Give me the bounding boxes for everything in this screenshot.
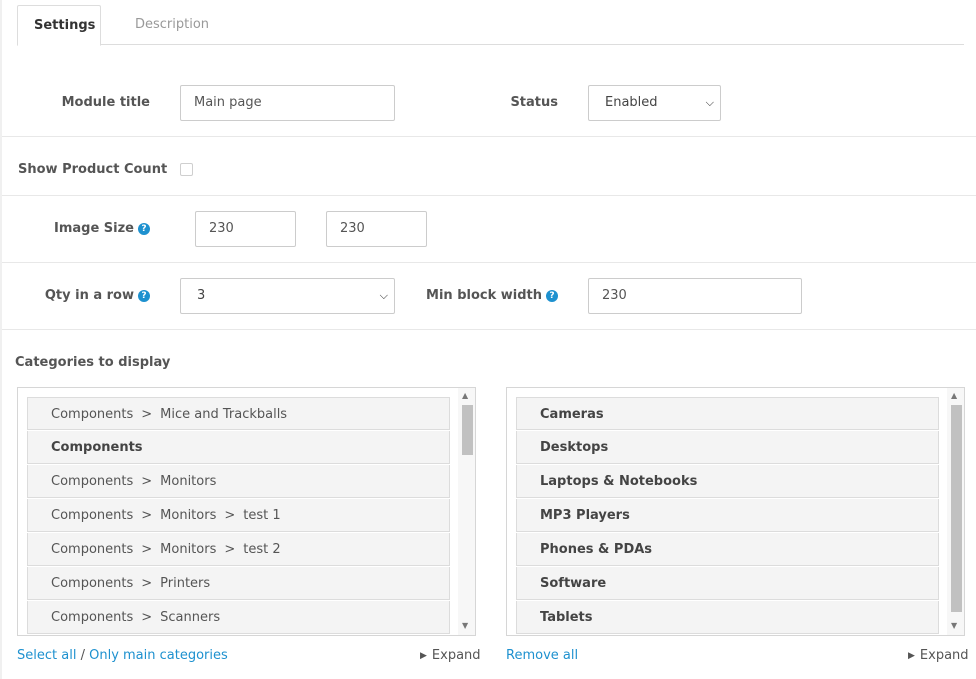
list-item[interactable]: Components > Mice and Trackballs xyxy=(27,397,450,430)
help-icon[interactable]: ? xyxy=(546,290,558,302)
caret-right-icon: ▶ xyxy=(908,651,915,661)
chevron-down-icon: ⌵ xyxy=(379,289,388,302)
status-select-value: Enabled xyxy=(605,95,658,110)
min-block-width-label-text: Min block width xyxy=(426,288,542,303)
show-product-count-label: Show Product Count xyxy=(18,162,168,177)
list-item[interactable]: Components > Monitors xyxy=(27,465,450,498)
scroll-down-icon[interactable]: ▼ xyxy=(462,621,468,630)
selected-categories-list[interactable]: Cameras Desktops Laptops & Notebooks MP3… xyxy=(506,387,965,636)
min-block-width-label: Min block width? xyxy=(420,286,558,306)
image-height-input[interactable]: 230 xyxy=(326,211,427,247)
row-divider xyxy=(2,136,976,137)
caret-right-icon: ▶ xyxy=(420,651,427,661)
min-block-width-input[interactable]: 230 xyxy=(588,278,802,314)
select-all-link[interactable]: Select all xyxy=(17,648,76,663)
link-separator: / xyxy=(80,648,85,663)
scrollbar-thumb[interactable] xyxy=(951,405,962,612)
help-icon[interactable]: ? xyxy=(138,290,150,302)
left-expand-button[interactable]: ▶ Expand xyxy=(420,648,481,663)
scroll-down-icon[interactable]: ▼ xyxy=(951,621,957,630)
module-title-input[interactable]: Main page xyxy=(180,85,395,121)
categories-label: Categories to display xyxy=(15,355,171,370)
scrollbar[interactable]: ▲ ▼ xyxy=(458,388,475,635)
list-item[interactable]: Software xyxy=(516,567,939,600)
list-item[interactable]: Laptops & Notebooks xyxy=(516,465,939,498)
image-size-label-text: Image Size xyxy=(53,221,134,236)
list-item[interactable]: Desktops xyxy=(516,431,939,464)
row-divider xyxy=(2,262,976,263)
scrollbar[interactable]: ▲ ▼ xyxy=(947,388,964,635)
show-product-count-checkbox[interactable] xyxy=(180,163,193,176)
list-item[interactable]: Components > Printers xyxy=(27,567,450,600)
scroll-up-icon[interactable]: ▲ xyxy=(951,391,957,400)
tab-description[interactable]: Description xyxy=(119,5,225,46)
qty-in-row-label-text: Qty in a row xyxy=(44,288,134,303)
module-title-label: Module title xyxy=(61,95,150,110)
only-main-categories-link[interactable]: Only main categories xyxy=(89,648,228,663)
available-categories-list[interactable]: Components > Mice and Trackballs Component… xyxy=(17,387,476,636)
right-expand-button[interactable]: ▶ Expand xyxy=(908,648,969,663)
qty-in-row-label: Qty in a row? xyxy=(30,286,150,306)
list-item[interactable]: MP3 Players xyxy=(516,499,939,532)
status-label: Status xyxy=(510,95,558,110)
page-left-border xyxy=(0,0,2,679)
image-size-label: Image Size? xyxy=(40,219,150,239)
chevron-down-icon: ⌵ xyxy=(705,96,714,109)
list-item[interactable]: Components > Monitors > test 1 xyxy=(27,499,450,532)
list-item[interactable]: Components > Scanners xyxy=(27,601,450,634)
scroll-up-icon[interactable]: ▲ xyxy=(462,391,468,400)
qty-in-row-select-value: 3 xyxy=(197,288,206,303)
left-list-actions: Select all / Only main categories xyxy=(17,648,228,663)
tab-bar: Settings Description xyxy=(17,0,964,46)
list-item[interactable]: Tablets xyxy=(516,601,939,634)
remove-all-link[interactable]: Remove all xyxy=(506,648,578,663)
scrollbar-thumb[interactable] xyxy=(462,405,473,455)
row-divider xyxy=(2,195,976,196)
list-item[interactable]: Phones & PDAs xyxy=(516,533,939,566)
tab-settings[interactable]: Settings xyxy=(17,5,101,46)
row-divider xyxy=(2,329,976,330)
help-icon[interactable]: ? xyxy=(138,223,150,235)
list-item[interactable]: Components xyxy=(27,431,450,464)
list-item[interactable]: Components > Monitors > test 2 xyxy=(27,533,450,566)
list-item[interactable]: Cameras xyxy=(516,397,939,430)
image-width-input[interactable]: 230 xyxy=(195,211,296,247)
status-select[interactable]: Enabled ⌵ xyxy=(588,85,721,121)
qty-in-row-select[interactable]: 3 ⌵ xyxy=(180,278,395,314)
